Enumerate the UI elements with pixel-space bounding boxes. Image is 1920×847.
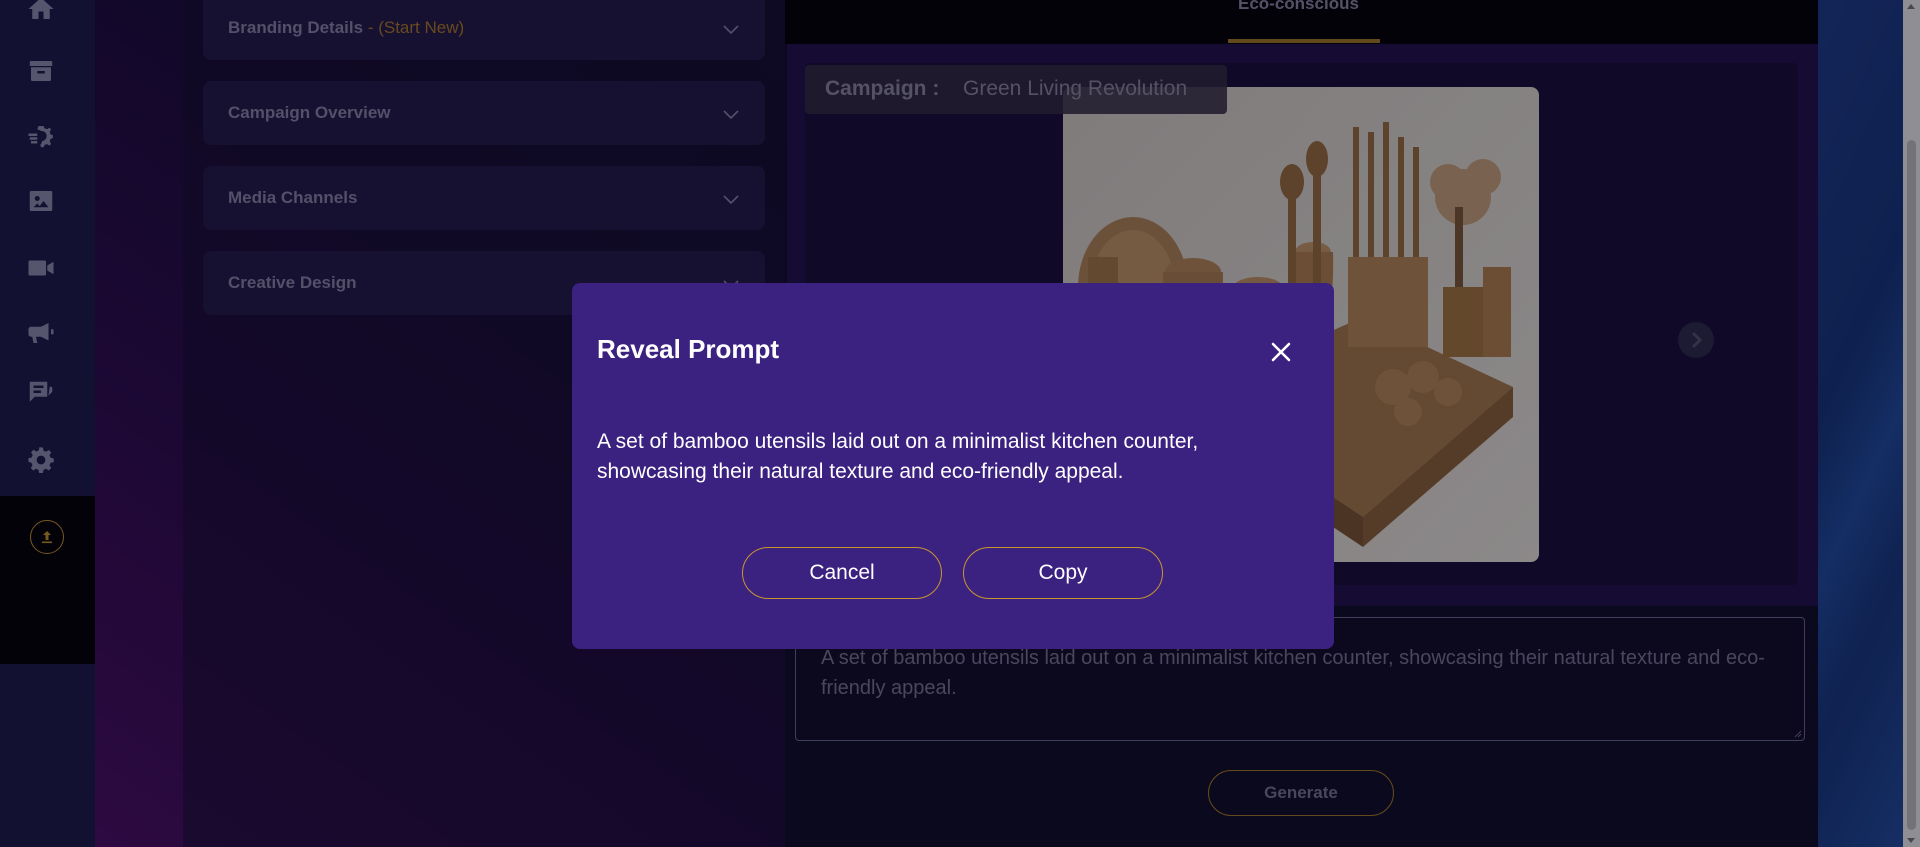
modal-prompt-text: A set of bamboo utensils laid out on a m…	[597, 430, 1199, 483]
close-icon[interactable]	[1268, 339, 1294, 365]
modal-title: Reveal Prompt	[597, 334, 780, 364]
copy-button[interactable]: Copy	[963, 547, 1163, 599]
reveal-prompt-modal: Reveal Prompt A set of bamboo utensils l…	[572, 283, 1334, 649]
cancel-button[interactable]: Cancel	[742, 547, 942, 599]
